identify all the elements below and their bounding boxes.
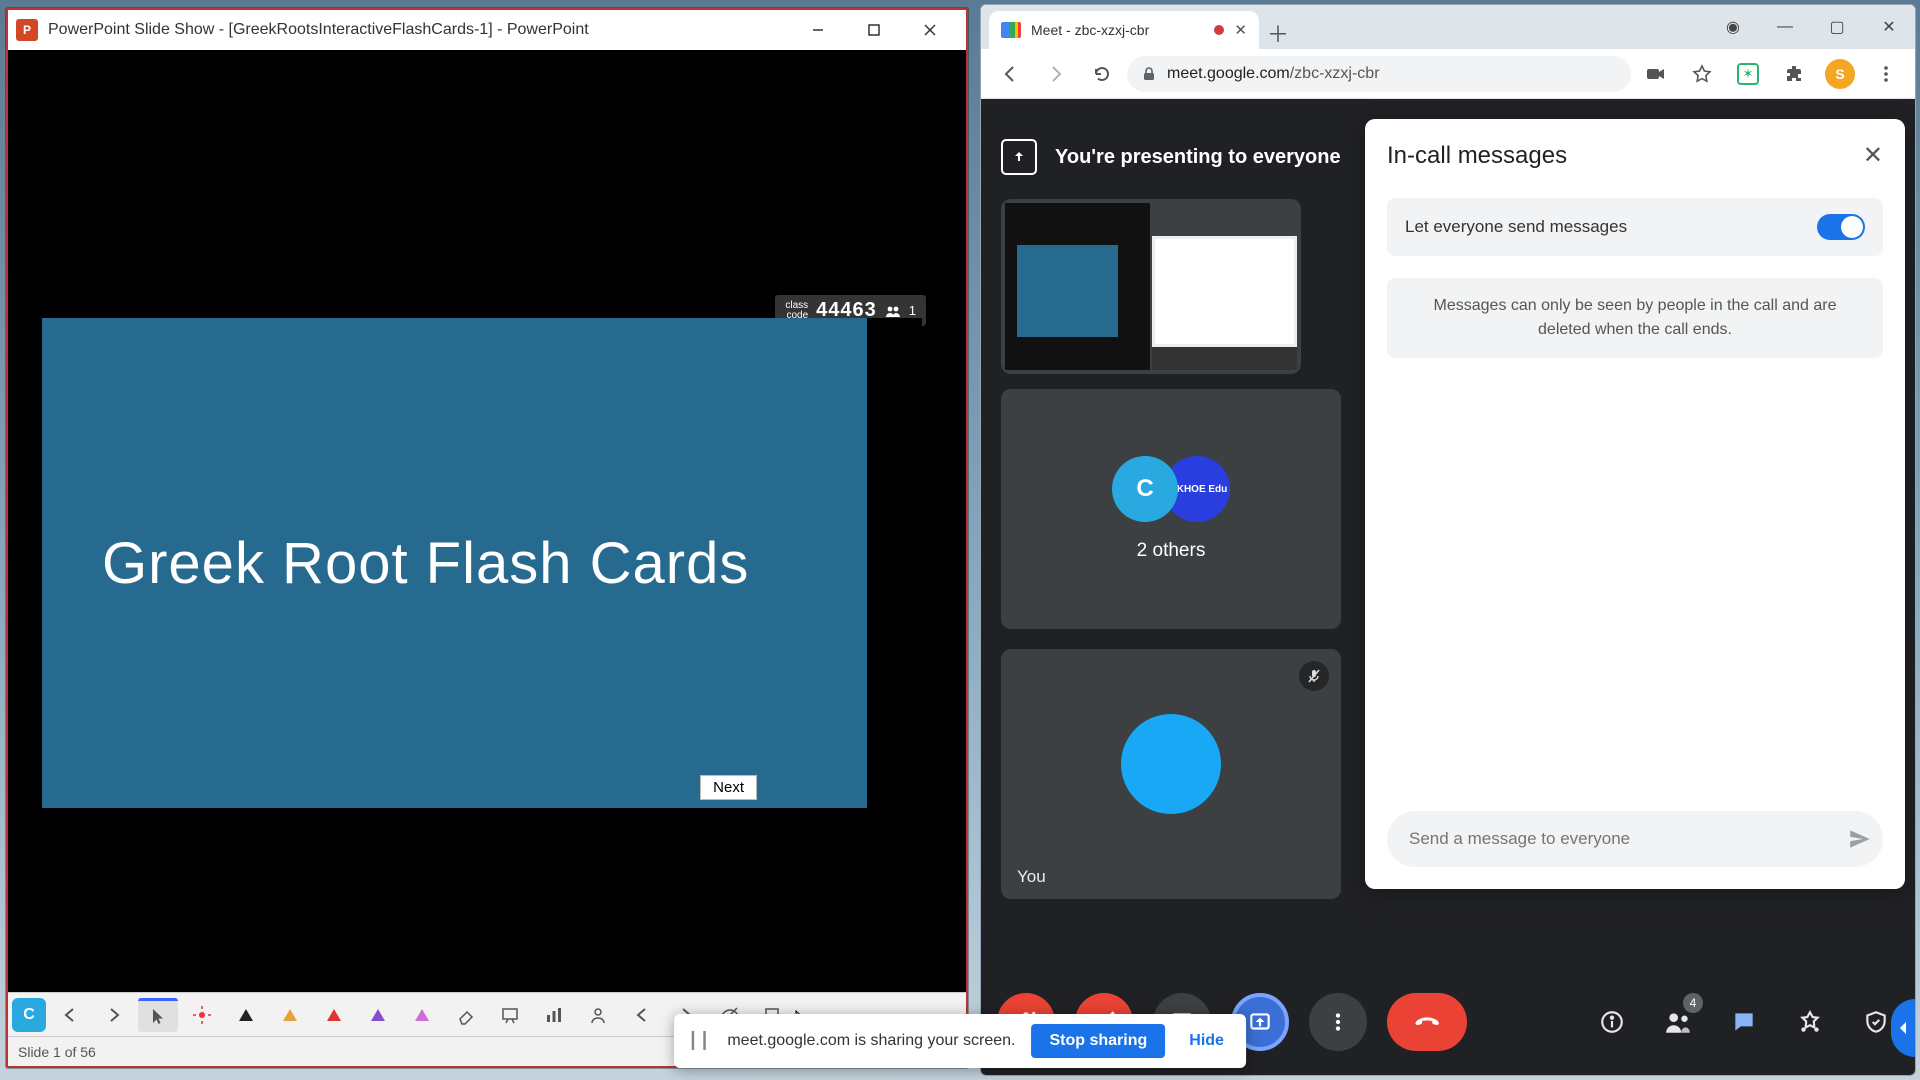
highlighter[interactable]: [402, 998, 442, 1032]
whiteboard-tool[interactable]: [490, 998, 530, 1032]
next-tooltip: Next: [700, 775, 757, 800]
allow-messages-toggle-row: Let everyone send messages: [1387, 198, 1883, 256]
people-count: 1: [909, 303, 916, 318]
browser-tab[interactable]: Meet - zbc-xzxj-cbr ✕: [989, 11, 1259, 49]
send-button[interactable]: [1847, 826, 1873, 852]
lock-icon: [1141, 66, 1157, 82]
classpoint-icon[interactable]: C: [12, 998, 46, 1032]
self-tile[interactable]: You: [1001, 649, 1341, 899]
chrome-minimize-button[interactable]: —: [1759, 5, 1811, 49]
chrome-menu-button[interactable]: [1865, 53, 1907, 95]
chrome-close-button[interactable]: ✕: [1863, 5, 1915, 49]
recording-indicator-icon: [1214, 25, 1224, 35]
powerpoint-window: P PowerPoint Slide Show - [GreekRootsInt…: [6, 8, 968, 1068]
back-button[interactable]: [989, 53, 1031, 95]
presenting-banner: You're presenting to everyone: [1001, 127, 1341, 187]
cursor-tool[interactable]: [138, 998, 178, 1032]
powerpoint-icon: P: [16, 19, 38, 41]
prev-slide-button[interactable]: [50, 998, 90, 1032]
info-button[interactable]: [1589, 999, 1635, 1045]
slide-title: Greek Root Flash Cards: [42, 530, 749, 597]
chrome-tabstrip: Meet - zbc-xzxj-cbr ✕ ＋ ◉ — ▢ ✕: [981, 5, 1915, 49]
stop-sharing-button[interactable]: Stop sharing: [1031, 1024, 1165, 1058]
drag-handle-icon[interactable]: ┃┃: [688, 1031, 711, 1051]
eraser-tool[interactable]: [446, 998, 486, 1032]
meet-favicon-icon: [1001, 22, 1021, 38]
new-tab-button[interactable]: ＋: [1259, 17, 1297, 49]
hangup-button[interactable]: [1387, 993, 1467, 1051]
laser-tool[interactable]: [182, 998, 222, 1032]
pp-titlebar[interactable]: P PowerPoint Slide Show - [GreekRootsInt…: [8, 10, 966, 50]
people-count-badge: 4: [1683, 993, 1703, 1013]
chat-close-button[interactable]: ✕: [1863, 141, 1883, 170]
chat-title: In-call messages: [1387, 142, 1567, 170]
next-slide-button[interactable]: [94, 998, 134, 1032]
minimize-button[interactable]: [790, 10, 846, 50]
camera-indicator-icon[interactable]: [1635, 53, 1677, 95]
extension-1-icon[interactable]: ✶: [1727, 53, 1769, 95]
people-button[interactable]: 4: [1655, 999, 1701, 1045]
poll-tool[interactable]: [534, 998, 574, 1032]
screen-share-toast: ┃┃ meet.google.com is sharing your scree…: [674, 1014, 1246, 1068]
pen-purple[interactable]: [358, 998, 398, 1032]
left-nav-button[interactable]: [622, 998, 662, 1032]
chrome-window: Meet - zbc-xzxj-cbr ✕ ＋ ◉ — ▢ ✕ meet.goo…: [980, 4, 1916, 1076]
account-indicator-icon[interactable]: ◉: [1707, 5, 1759, 49]
chat-info-text: Messages can only be seen by people in t…: [1387, 278, 1883, 358]
present-icon: [1001, 139, 1037, 175]
people-icon: [885, 304, 901, 318]
tab-title: Meet - zbc-xzxj-cbr: [1031, 22, 1149, 38]
chrome-toolbar: meet.google.com/zbc-xzxj-cbr ✶ S: [981, 49, 1915, 99]
close-button[interactable]: [902, 10, 958, 50]
participant-avatar-icon: C: [1112, 456, 1178, 522]
tab-close-button[interactable]: ✕: [1234, 21, 1247, 39]
pick-name-tool[interactable]: [578, 998, 618, 1032]
chrome-maximize-button[interactable]: ▢: [1811, 5, 1863, 49]
presentation-thumbnail[interactable]: [1001, 199, 1301, 374]
forward-button[interactable]: [1035, 53, 1077, 95]
address-bar[interactable]: meet.google.com/zbc-xzxj-cbr: [1127, 56, 1631, 92]
bookmark-button[interactable]: [1681, 53, 1723, 95]
muted-icon: [1299, 661, 1329, 691]
slide-counter: Slide 1 of 56: [18, 1044, 96, 1060]
others-label: 2 others: [1137, 540, 1206, 562]
toast-text: meet.google.com is sharing your screen.: [727, 1032, 1015, 1050]
chat-input[interactable]: [1409, 829, 1837, 849]
self-name: You: [1017, 867, 1046, 887]
slideshow-area[interactable]: classcode 44463 1 Greek Root Flash Cards…: [8, 50, 966, 992]
toggle-label: Let everyone send messages: [1405, 217, 1627, 237]
pen-orange[interactable]: [270, 998, 310, 1032]
chat-panel: In-call messages ✕ Let everyone send mes…: [1365, 119, 1905, 889]
maximize-button[interactable]: [846, 10, 902, 50]
others-tile[interactable]: C INKHOE Edu 2 others: [1001, 389, 1341, 629]
pp-title-text: PowerPoint Slide Show - [GreekRootsInter…: [48, 21, 589, 39]
pen-black[interactable]: [226, 998, 266, 1032]
allow-messages-toggle[interactable]: [1817, 214, 1865, 240]
reload-button[interactable]: [1081, 53, 1123, 95]
slide: Greek Root Flash Cards Next: [42, 318, 922, 808]
more-button[interactable]: [1309, 993, 1367, 1051]
pen-red[interactable]: [314, 998, 354, 1032]
chat-compose: [1387, 811, 1883, 867]
hide-toast-button[interactable]: Hide: [1181, 1026, 1232, 1056]
chat-button[interactable]: [1721, 999, 1767, 1045]
extensions-button[interactable]: [1773, 53, 1815, 95]
meet-surface: You're presenting to everyone C INKHOE E…: [981, 99, 1915, 1075]
self-avatar-icon: [1121, 714, 1221, 814]
activities-button[interactable]: [1787, 999, 1833, 1045]
profile-button[interactable]: S: [1819, 53, 1861, 95]
